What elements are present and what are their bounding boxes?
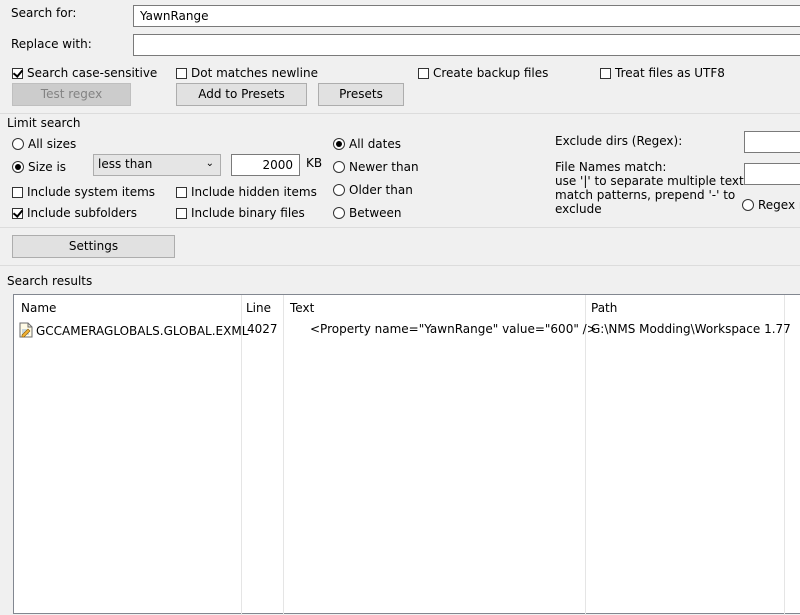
column-divider — [241, 295, 242, 615]
include-hidden-label: Include hidden items — [191, 185, 317, 199]
limit-search-title: Limit search — [7, 116, 81, 130]
result-name-cell: GCCAMERAGLOBALS.GLOBAL.EXML — [19, 322, 248, 341]
chevron-down-icon: ⌄ — [205, 158, 214, 169]
radio-unchecked-icon — [333, 207, 345, 219]
checkbox-unchecked-icon — [12, 186, 23, 198]
file-names-help-line-2: match patterns, prepend '-' to — [555, 188, 736, 202]
column-divider — [585, 295, 586, 615]
search-results-list[interactable]: Name Line Text Path GCCAMERAGLOBALS.GLOB… — [13, 294, 800, 615]
settings-button[interactable]: Settings — [12, 235, 175, 258]
column-header-text[interactable]: Text — [290, 301, 314, 315]
all-dates-radio[interactable]: All dates — [333, 137, 401, 151]
radio-unchecked-icon — [333, 161, 345, 173]
include-binary-checkbox[interactable]: Include binary files — [176, 206, 305, 220]
checkbox-unchecked-icon — [176, 186, 187, 198]
checkbox-unchecked-icon — [418, 67, 429, 79]
result-file-name: GCCAMERAGLOBALS.GLOBAL.EXML — [36, 324, 249, 338]
include-system-checkbox[interactable]: Include system items — [12, 185, 155, 199]
checkbox-checked-icon — [12, 67, 23, 79]
replace-with-input[interactable] — [133, 34, 800, 56]
older-than-label: Older than — [349, 183, 413, 197]
add-to-presets-button[interactable]: Add to Presets — [176, 83, 307, 106]
column-divider — [283, 295, 284, 615]
radio-checked-icon — [12, 161, 24, 173]
file-icon — [19, 322, 33, 341]
radio-unchecked-icon — [742, 199, 754, 211]
separator — [0, 113, 800, 114]
checkbox-unchecked-icon — [176, 67, 187, 79]
size-is-label: Size is — [28, 160, 67, 174]
case-sensitive-label: Search case-sensitive — [27, 66, 158, 80]
all-dates-label: All dates — [349, 137, 402, 151]
regex-radio[interactable]: Regex r — [742, 198, 800, 212]
checkbox-unchecked-icon — [176, 207, 187, 219]
regex-label: Regex r — [758, 198, 800, 212]
case-sensitive-checkbox[interactable]: Search case-sensitive — [12, 66, 157, 80]
treat-utf8-checkbox[interactable]: Treat files as UTF8 — [600, 66, 725, 80]
include-hidden-checkbox[interactable]: Include hidden items — [176, 185, 317, 199]
create-backup-checkbox[interactable]: Create backup files — [418, 66, 548, 80]
radio-checked-icon — [333, 138, 345, 150]
older-than-radio[interactable]: Older than — [333, 183, 413, 197]
separator — [0, 227, 800, 228]
separator — [0, 265, 800, 266]
checkbox-checked-icon — [12, 207, 23, 219]
column-header-line[interactable]: Line — [246, 301, 271, 315]
file-names-label: File Names match: — [555, 160, 667, 174]
include-subfolders-label: Include subfolders — [27, 206, 138, 220]
result-text-cell: <Property name="YawnRange" value="600" /… — [310, 322, 597, 336]
file-names-help-line-1: use '|' to separate multiple text — [555, 174, 744, 188]
result-path-cell: G:\NMS Modding\Workspace 1.77 — [591, 322, 791, 336]
radio-unchecked-icon — [12, 138, 24, 150]
all-sizes-radio[interactable]: All sizes — [12, 137, 76, 151]
result-line-cell: 4027 — [247, 322, 278, 336]
include-subfolders-checkbox[interactable]: Include subfolders — [12, 206, 137, 220]
between-radio[interactable]: Between — [333, 206, 402, 220]
create-backup-label: Create backup files — [433, 66, 549, 80]
presets-button[interactable]: Presets — [318, 83, 404, 106]
search-for-label: Search for: — [11, 6, 77, 20]
size-operator-dropdown[interactable]: less than ⌄ — [93, 154, 221, 176]
test-regex-button[interactable]: Test regex — [12, 83, 131, 106]
file-names-input[interactable] — [744, 163, 800, 185]
include-binary-label: Include binary files — [191, 206, 305, 220]
column-divider — [784, 295, 785, 615]
exclude-dirs-input[interactable] — [744, 131, 800, 153]
dot-matches-newline-checkbox[interactable]: Dot matches newline — [176, 66, 318, 80]
replace-with-label: Replace with: — [11, 37, 92, 51]
checkbox-unchecked-icon — [600, 67, 611, 79]
dot-matches-newline-label: Dot matches newline — [191, 66, 318, 80]
search-results-title: Search results — [7, 274, 93, 288]
treat-utf8-label: Treat files as UTF8 — [615, 66, 725, 80]
file-names-help-line-3: exclude — [555, 202, 602, 216]
radio-unchecked-icon — [333, 184, 345, 196]
search-for-input[interactable]: YawnRange — [133, 5, 800, 27]
size-unit-label: KB — [306, 156, 323, 170]
newer-than-radio[interactable]: Newer than — [333, 160, 419, 174]
include-system-label: Include system items — [27, 185, 156, 199]
size-is-radio[interactable]: Size is — [12, 160, 66, 174]
column-header-name[interactable]: Name — [21, 301, 56, 315]
size-operator-value: less than — [98, 157, 153, 171]
column-header-path[interactable]: Path — [591, 301, 617, 315]
between-label: Between — [349, 206, 402, 220]
size-value-input[interactable]: 2000 — [231, 154, 300, 176]
exclude-dirs-label: Exclude dirs (Regex): — [555, 134, 683, 148]
all-sizes-label: All sizes — [28, 137, 77, 151]
newer-than-label: Newer than — [349, 160, 419, 174]
